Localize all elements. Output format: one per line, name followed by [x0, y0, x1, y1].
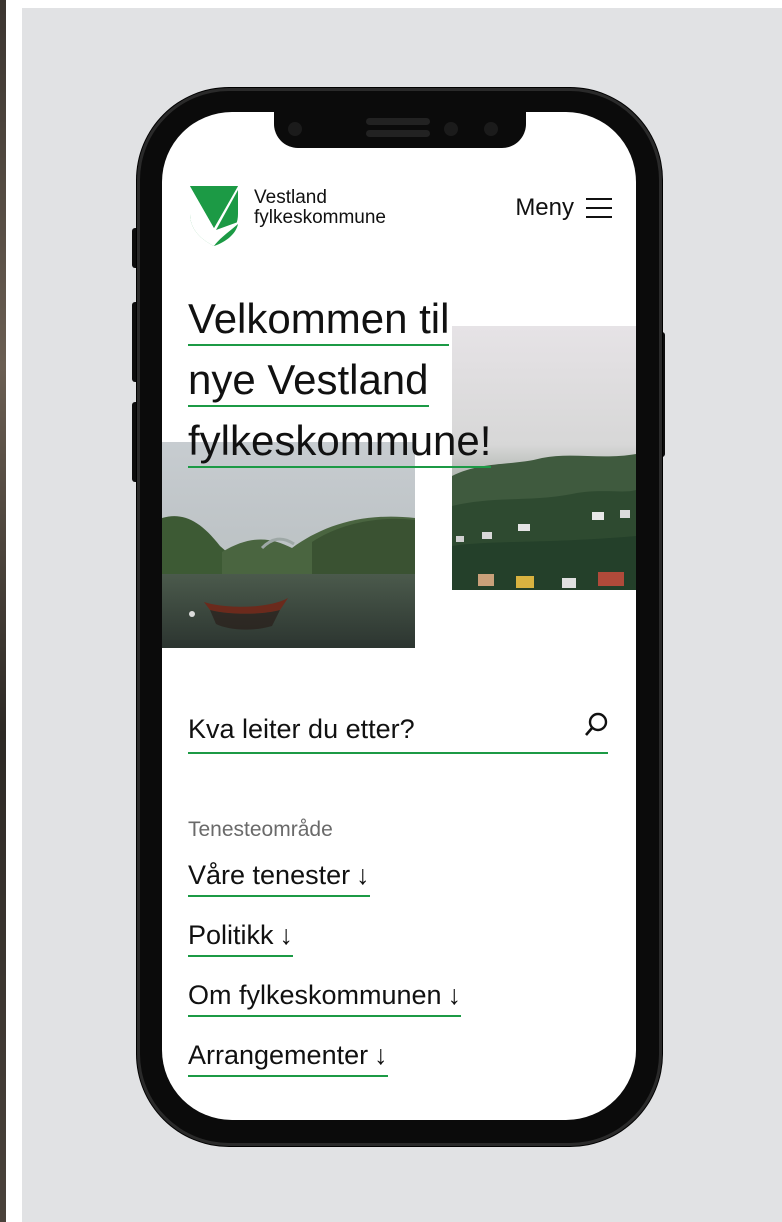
hamburger-icon: [586, 198, 612, 218]
services-link-politikk[interactable]: Politikk ↓: [188, 920, 294, 957]
hero-heading: Velkommen til nye Vestland fylkeskommune…: [188, 290, 628, 473]
link-label: Våre tenester: [188, 860, 351, 890]
link-label: Politikk: [188, 920, 274, 950]
brand-name[interactable]: Vestland fylkeskommune: [254, 188, 386, 228]
search-input[interactable]: Kva leiter du etter?: [188, 708, 608, 754]
arrow-down-icon: ↓: [374, 1040, 388, 1070]
search-icon[interactable]: [584, 712, 608, 738]
menu-label: Meny: [515, 194, 574, 221]
services-link-vare-tenester[interactable]: Våre tenester ↓: [188, 860, 370, 897]
phone-notch: [274, 112, 526, 148]
speaker-grille: [366, 130, 430, 137]
phone-screen: Vestland fylkeskommune Meny Velkommen ti…: [162, 112, 636, 1120]
left-edge-strip: [0, 0, 6, 1222]
link-label: Arrangementer: [188, 1040, 369, 1070]
hero-line2: nye Vestland: [188, 355, 429, 407]
search-placeholder: Kva leiter du etter?: [188, 714, 415, 744]
speaker-grille: [366, 118, 430, 125]
arrow-down-icon: ↓: [356, 860, 370, 890]
services-section-label: Tenesteområde: [188, 818, 333, 841]
vestland-shield-logo-icon[interactable]: [188, 184, 240, 248]
sensor-dot: [444, 122, 458, 136]
services-link-arrangementer[interactable]: Arrangementer ↓: [188, 1040, 388, 1077]
arrow-down-icon: ↓: [447, 980, 462, 1010]
brand-line2: fylkeskommune: [254, 207, 386, 228]
services-link-om-fylkeskommunen[interactable]: Om fylkeskommunen ↓: [188, 980, 462, 1017]
hero-line1: Velkommen til: [188, 294, 450, 346]
brand-line1: Vestland: [254, 187, 327, 208]
hero-line3: fylkeskommune!: [188, 416, 492, 468]
arrow-down-icon: ↓: [279, 920, 294, 950]
link-label: Om fylkeskommunen: [188, 980, 442, 1010]
menu-button[interactable]: Meny: [515, 194, 612, 222]
sensor-dot: [288, 122, 302, 136]
camera-dot: [484, 122, 498, 136]
